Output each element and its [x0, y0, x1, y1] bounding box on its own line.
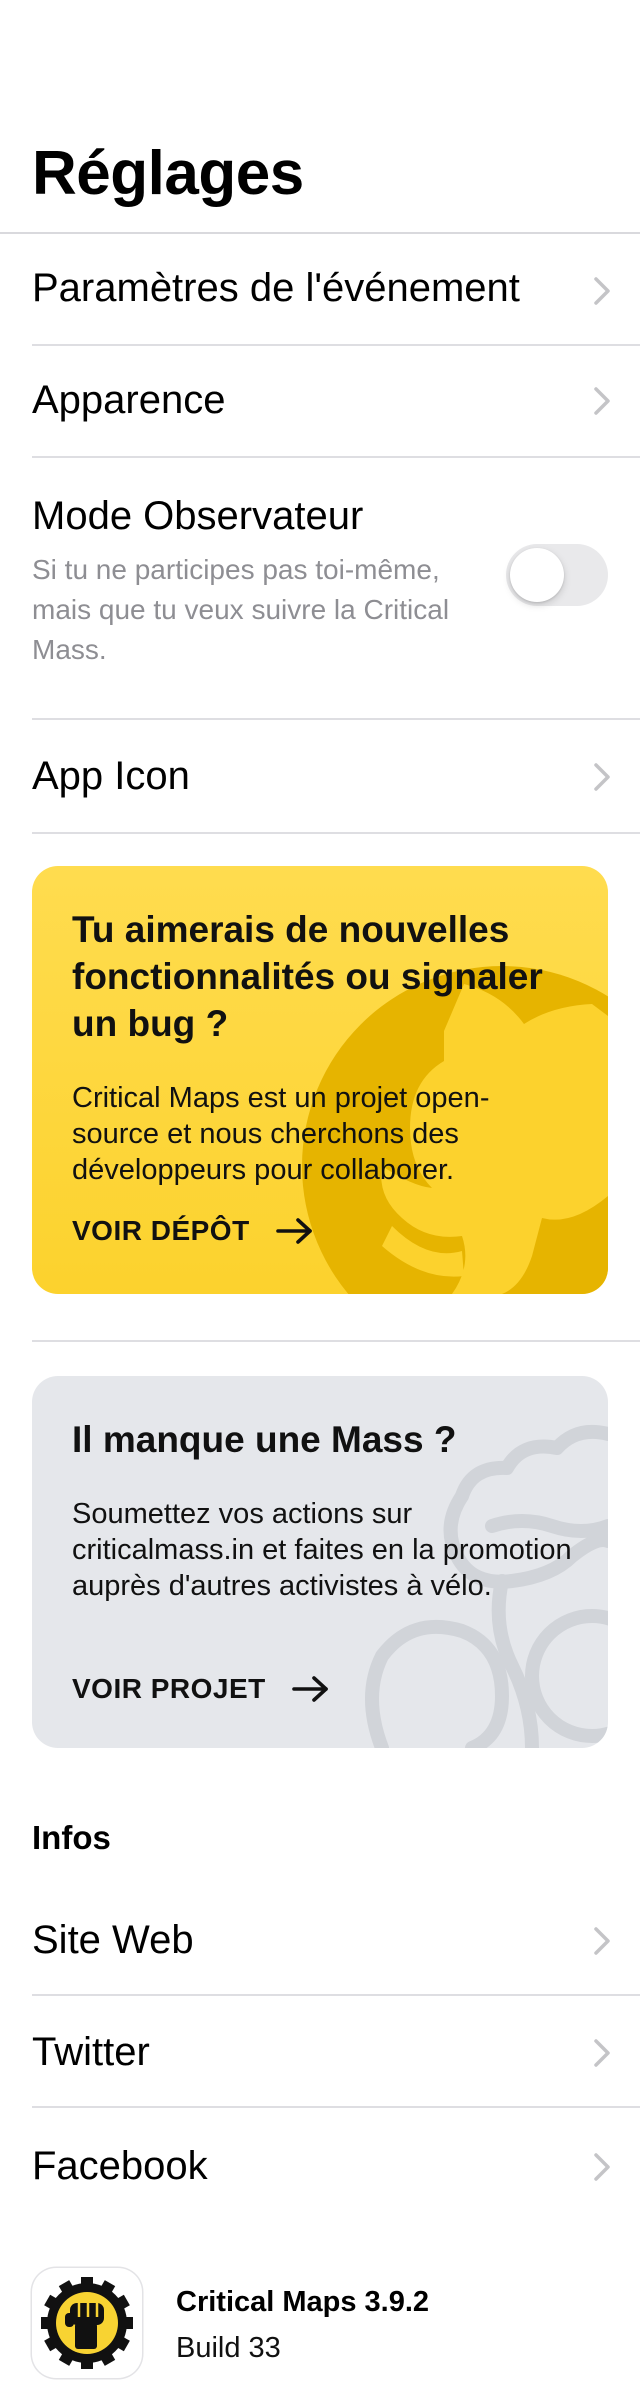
chevron-right-icon [594, 2153, 610, 2181]
observer-mode-toggle[interactable] [506, 544, 608, 606]
chevron-right-icon [594, 387, 610, 415]
missing-mass-card-body: Soumettez vos actions sur criticalmass.i… [72, 1498, 572, 1602]
chevron-right-icon [594, 2039, 610, 2067]
observer-mode-label: Mode Observateur [32, 494, 364, 538]
view-project-button[interactable]: VOIR PROJET [72, 1672, 330, 1706]
view-repo-button[interactable]: VOIR DÉPÔT [72, 1214, 314, 1248]
critical-maps-logo-icon [41, 2277, 133, 2369]
app-icon-label: App Icon [32, 754, 190, 798]
observer-mode-description: Si tu ne participes pas toi-même, mais q… [32, 554, 450, 665]
app-icon-row[interactable]: App Icon [32, 720, 640, 832]
facebook-label: Facebook [32, 2144, 208, 2188]
card-divider [32, 1340, 640, 1342]
toggle-knob [510, 548, 564, 602]
event-settings-label: Paramètres de l'événement [32, 266, 520, 310]
website-label: Site Web [32, 1918, 194, 1962]
app-build: Build 33 [176, 2332, 281, 2364]
appearance-label: Apparence [32, 378, 226, 422]
twitter-label: Twitter [32, 2030, 150, 2074]
chevron-right-icon [594, 763, 610, 791]
page-title: Réglages [32, 139, 304, 208]
missing-mass-card[interactable]: Il manque une Mass ? Soumettez vos actio… [32, 1376, 608, 1748]
view-project-label: VOIR PROJET [72, 1673, 266, 1704]
arrow-right-icon [292, 1675, 328, 1702]
facebook-row[interactable]: Facebook [32, 2108, 640, 2218]
missing-mass-card-title: Il manque une Mass ? [72, 1419, 457, 1460]
row-divider [32, 456, 640, 458]
event-settings-row[interactable]: Paramètres de l'événement [32, 236, 640, 344]
chevron-right-icon [594, 1927, 610, 1955]
info-section-header: Infos [32, 1819, 111, 1856]
github-card-title: Tu aimerais de nouvelles fonctionnalités… [72, 909, 543, 1044]
app-name: Critical Maps 3.9.2 [176, 2286, 430, 2318]
view-repo-label: VOIR DÉPÔT [72, 1215, 250, 1246]
row-divider [32, 832, 640, 834]
app-logo [32, 2268, 142, 2378]
website-row[interactable]: Site Web [32, 1884, 640, 1994]
arrow-right-icon [276, 1217, 312, 1244]
github-card[interactable]: Tu aimerais de nouvelles fonctionnalités… [32, 866, 608, 1294]
chevron-right-icon [594, 277, 610, 305]
twitter-row[interactable]: Twitter [32, 1996, 640, 2106]
appearance-row[interactable]: Apparence [32, 346, 640, 456]
github-card-body: Critical Maps est un projet open-source … [72, 1082, 490, 1186]
observer-mode-row: Mode Observateur Si tu ne participes pas… [32, 492, 640, 718]
title-divider [0, 232, 640, 234]
